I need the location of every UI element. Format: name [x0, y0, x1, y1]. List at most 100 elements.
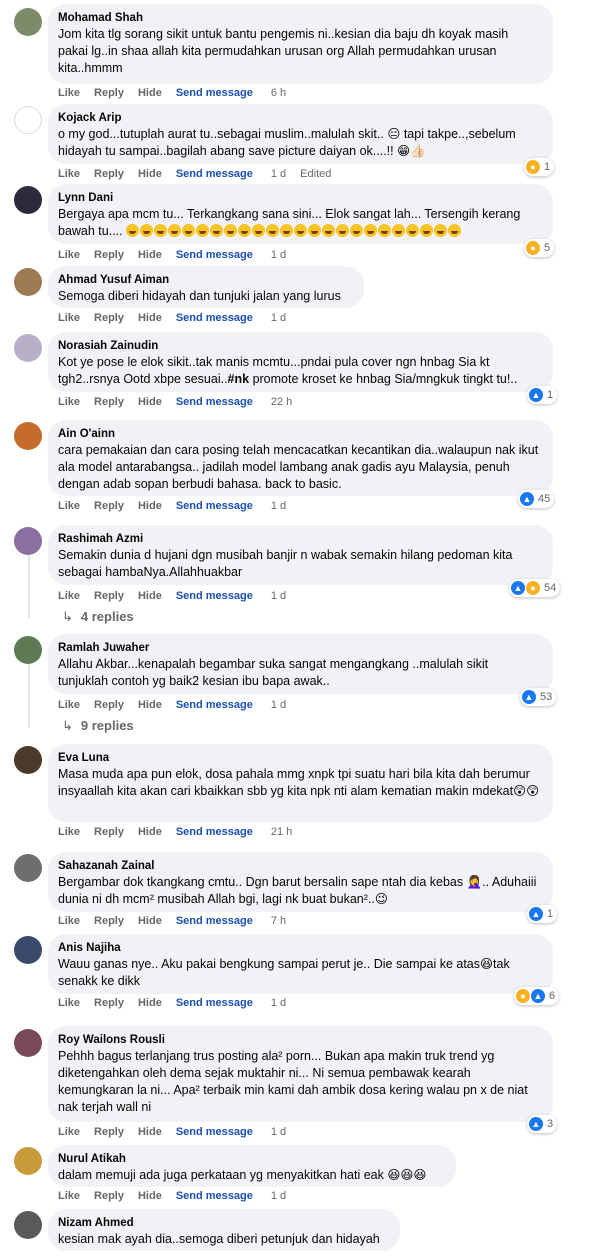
- hide-button[interactable]: Hide: [138, 1190, 162, 1202]
- send-message-button[interactable]: Send message: [176, 699, 253, 711]
- avatar[interactable]: [14, 422, 42, 450]
- hide-button[interactable]: Hide: [138, 312, 162, 324]
- like-button[interactable]: Like: [58, 915, 80, 927]
- avatar[interactable]: [14, 1147, 42, 1175]
- avatar[interactable]: [14, 8, 42, 36]
- reply-button[interactable]: Reply: [94, 1126, 124, 1138]
- reaction-summary[interactable]: ● 5: [524, 239, 555, 257]
- send-message-button[interactable]: Send message: [176, 915, 253, 927]
- send-message-button[interactable]: Send message: [176, 249, 253, 261]
- avatar[interactable]: [14, 636, 42, 664]
- author-name[interactable]: Nizam Ahmed: [58, 1216, 388, 1231]
- author-name[interactable]: Roy Wailons Rousli: [58, 1033, 541, 1048]
- reaction-summary[interactable]: ▲ 53: [520, 688, 557, 706]
- avatar[interactable]: [14, 106, 42, 134]
- view-replies-link[interactable]: ↳ 4 replies: [62, 609, 134, 625]
- author-name[interactable]: Rashimah Azmi: [58, 532, 541, 547]
- hide-button[interactable]: Hide: [138, 915, 162, 927]
- reply-button[interactable]: Reply: [94, 312, 124, 324]
- avatar[interactable]: [14, 854, 42, 882]
- reaction-summary[interactable]: ● 1: [524, 158, 555, 176]
- reaction-summary[interactable]: ▲ ● 54: [509, 579, 561, 597]
- send-message-button[interactable]: Send message: [176, 312, 253, 324]
- reaction-summary[interactable]: ● ▲ 6: [514, 987, 560, 1005]
- avatar[interactable]: [14, 1211, 42, 1239]
- author-name[interactable]: Norasiah Zainudin: [58, 339, 541, 354]
- avatar[interactable]: [14, 1029, 42, 1057]
- timestamp[interactable]: 1 d: [271, 699, 286, 711]
- like-button[interactable]: Like: [58, 396, 80, 408]
- like-button[interactable]: Like: [58, 168, 80, 180]
- hide-button[interactable]: Hide: [138, 249, 162, 261]
- send-message-button[interactable]: Send message: [176, 87, 253, 99]
- like-button[interactable]: Like: [58, 826, 80, 838]
- send-message-button[interactable]: Send message: [176, 826, 253, 838]
- like-button[interactable]: Like: [58, 87, 80, 99]
- author-name[interactable]: Eva Luna: [58, 751, 541, 766]
- like-button[interactable]: Like: [58, 1126, 80, 1138]
- avatar[interactable]: [14, 186, 42, 214]
- timestamp[interactable]: 1 d: [271, 249, 286, 261]
- author-name[interactable]: Nurul Atikah: [58, 1152, 444, 1167]
- reply-button[interactable]: Reply: [94, 249, 124, 261]
- hide-button[interactable]: Hide: [138, 500, 162, 512]
- avatar[interactable]: [14, 746, 42, 774]
- reply-button[interactable]: Reply: [94, 997, 124, 1009]
- author-name[interactable]: Ramlah Juwaher: [58, 641, 541, 656]
- author-name[interactable]: Mohamad Shah: [58, 11, 541, 26]
- avatar[interactable]: [14, 268, 42, 296]
- like-button[interactable]: Like: [58, 500, 80, 512]
- like-button[interactable]: Like: [58, 312, 80, 324]
- timestamp[interactable]: 6 h: [271, 87, 286, 99]
- avatar[interactable]: [14, 527, 42, 555]
- hide-button[interactable]: Hide: [138, 396, 162, 408]
- timestamp[interactable]: 1 d: [271, 168, 286, 180]
- hide-button[interactable]: Hide: [138, 699, 162, 711]
- like-button[interactable]: Like: [58, 249, 80, 261]
- send-message-button[interactable]: Send message: [176, 1190, 253, 1202]
- reply-button[interactable]: Reply: [94, 590, 124, 602]
- like-button[interactable]: Like: [58, 1190, 80, 1202]
- author-name[interactable]: Ain O'ainn: [58, 427, 541, 442]
- timestamp[interactable]: 7 h: [271, 915, 286, 927]
- send-message-button[interactable]: Send message: [176, 997, 253, 1009]
- author-name[interactable]: Kojack Arip: [58, 111, 541, 126]
- timestamp[interactable]: 1 d: [271, 500, 286, 512]
- view-replies-link[interactable]: ↳ 9 replies: [62, 718, 134, 734]
- timestamp[interactable]: 1 d: [271, 590, 286, 602]
- like-button[interactable]: Like: [58, 997, 80, 1009]
- author-name[interactable]: Ahmad Yusuf Aiman: [58, 273, 352, 288]
- hide-button[interactable]: Hide: [138, 590, 162, 602]
- timestamp[interactable]: 22 h: [271, 396, 292, 408]
- reply-button[interactable]: Reply: [94, 87, 124, 99]
- hashtag-link[interactable]: #nk: [228, 372, 250, 386]
- hide-button[interactable]: Hide: [138, 87, 162, 99]
- hide-button[interactable]: Hide: [138, 1126, 162, 1138]
- timestamp[interactable]: 1 d: [271, 312, 286, 324]
- reaction-summary[interactable]: ▲ 1: [527, 386, 558, 404]
- timestamp[interactable]: 21 h: [271, 826, 292, 838]
- avatar[interactable]: [14, 936, 42, 964]
- author-name[interactable]: Sahazanah Zainal: [58, 859, 541, 874]
- hide-button[interactable]: Hide: [138, 826, 162, 838]
- author-name[interactable]: Anis Najiha: [58, 941, 541, 956]
- reply-button[interactable]: Reply: [94, 699, 124, 711]
- hide-button[interactable]: Hide: [138, 168, 162, 180]
- like-button[interactable]: Like: [58, 590, 80, 602]
- reply-button[interactable]: Reply: [94, 168, 124, 180]
- reply-button[interactable]: Reply: [94, 915, 124, 927]
- send-message-button[interactable]: Send message: [176, 168, 253, 180]
- reply-button[interactable]: Reply: [94, 500, 124, 512]
- avatar[interactable]: [14, 334, 42, 362]
- author-name[interactable]: Lynn Dani: [58, 191, 541, 206]
- like-button[interactable]: Like: [58, 699, 80, 711]
- reply-button[interactable]: Reply: [94, 1190, 124, 1202]
- reply-button[interactable]: Reply: [94, 826, 124, 838]
- send-message-button[interactable]: Send message: [176, 590, 253, 602]
- reaction-summary[interactable]: ▲ 1: [527, 905, 558, 923]
- send-message-button[interactable]: Send message: [176, 396, 253, 408]
- reaction-summary[interactable]: ▲ 45: [518, 490, 555, 508]
- reaction-summary[interactable]: ▲ 3: [527, 1115, 558, 1133]
- reply-button[interactable]: Reply: [94, 396, 124, 408]
- send-message-button[interactable]: Send message: [176, 1126, 253, 1138]
